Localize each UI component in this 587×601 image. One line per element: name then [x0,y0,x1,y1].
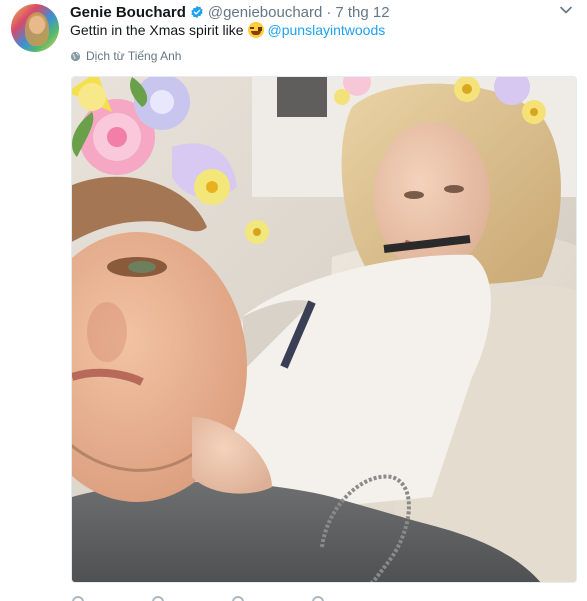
mention-link[interactable]: @punslayintwoods [268,22,386,38]
selfie-photo [72,77,576,582]
tweet-text: Gettin in the Xmas spirit like @punslayi… [70,22,385,38]
header-separator: · [326,3,332,21]
face-with-tears-of-joy-icon [247,22,264,38]
tweet-actions [70,592,470,601]
translate-link[interactable]: Dịch từ Tiếng Anh [70,49,181,63]
avatar-face [29,16,45,34]
verified-badge-icon [191,5,203,19]
tweet-timestamp[interactable]: 7 thg 12 [335,4,389,21]
display-name[interactable]: Genie Bouchard [70,4,186,21]
like-icon [232,596,244,601]
globe-icon [70,51,81,61]
reply-action[interactable] [70,592,150,601]
like-action[interactable] [230,592,310,601]
tweet-photo[interactable] [71,76,577,583]
tweet-text-body: Gettin in the Xmas spirit like [70,22,244,38]
tweet-header: Genie Bouchard @geniebouchard · 7 thg 12 [70,2,390,22]
retweet-icon [152,596,164,601]
tweet: Genie Bouchard @geniebouchard · 7 thg 12… [0,0,587,601]
chevron-down-icon[interactable] [559,3,573,17]
dm-action[interactable] [310,592,390,601]
reply-icon [72,596,84,601]
dm-icon [312,596,324,601]
author-handle[interactable]: @geniebouchard [208,4,322,21]
translate-label: Dịch từ Tiếng Anh [86,49,182,63]
retweet-action[interactable] [150,592,230,601]
profile-avatar[interactable] [11,4,59,52]
